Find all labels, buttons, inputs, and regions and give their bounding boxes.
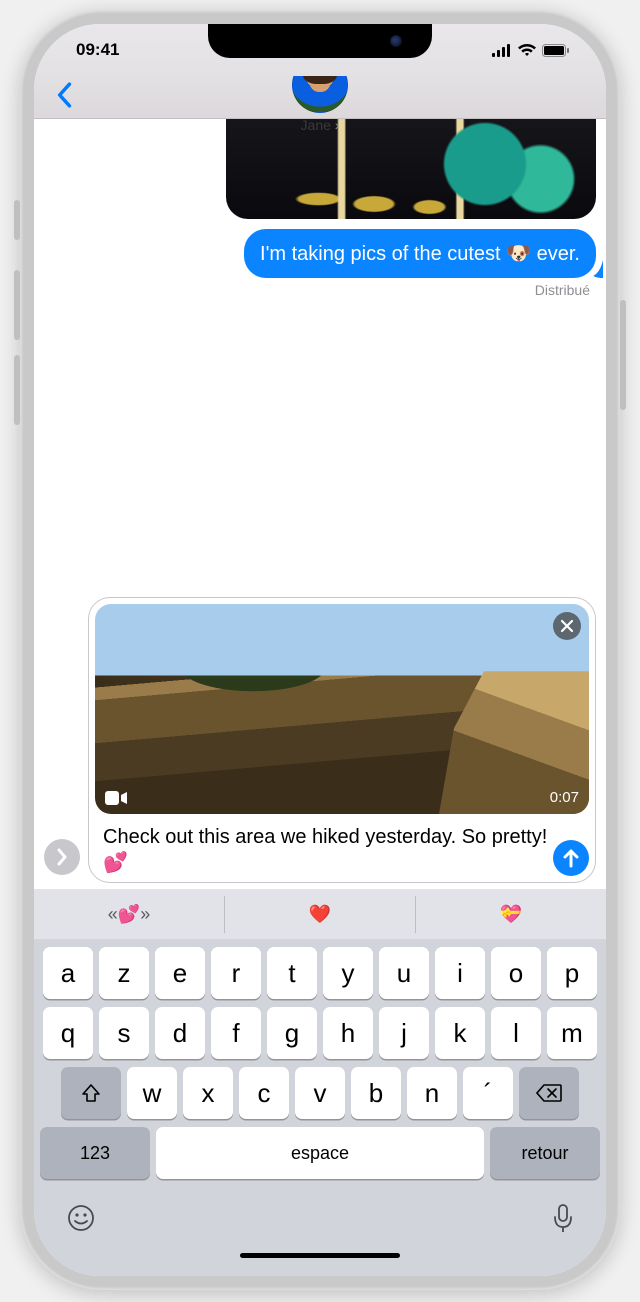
key-y[interactable]: y bbox=[323, 947, 373, 999]
key-e[interactable]: e bbox=[155, 947, 205, 999]
compose-text-input[interactable]: Check out this area we hiked yesterday. … bbox=[103, 824, 553, 876]
expand-apps-button[interactable] bbox=[44, 839, 80, 875]
space-key[interactable]: espace bbox=[156, 1127, 484, 1179]
key-v[interactable]: v bbox=[295, 1067, 345, 1119]
key-´[interactable]: ´ bbox=[463, 1067, 513, 1119]
compose-input-row: Check out this area we hiked yesterday. … bbox=[89, 820, 595, 882]
key-i[interactable]: i bbox=[435, 947, 485, 999]
keyboard: «💕» ❤️ 💝 azertyuiop qsdfghjklm wxcvbn´ 1… bbox=[34, 889, 606, 1276]
key-h[interactable]: h bbox=[323, 1007, 373, 1059]
sent-text-message[interactable]: I'm taking pics of the cutest 🐶 ever. bbox=[244, 229, 596, 278]
contact-name: Jane bbox=[292, 117, 348, 133]
numbers-key[interactable]: 123 bbox=[40, 1127, 150, 1179]
screen: 09:41 Jane bbox=[34, 24, 606, 1276]
delete-key[interactable] bbox=[519, 1067, 579, 1119]
device-frame: 09:41 Jane bbox=[20, 10, 620, 1290]
key-x[interactable]: x bbox=[183, 1067, 233, 1119]
video-icon bbox=[105, 791, 127, 805]
dictation-button[interactable] bbox=[552, 1203, 574, 1235]
home-indicator[interactable] bbox=[240, 1253, 400, 1258]
key-o[interactable]: o bbox=[491, 947, 541, 999]
shift-key[interactable] bbox=[61, 1067, 121, 1119]
compose-area: 0:07 Check out this area we hiked yester… bbox=[34, 589, 606, 889]
key-l[interactable]: l bbox=[491, 1007, 541, 1059]
sent-photo-message[interactable] bbox=[226, 119, 596, 219]
delivered-status: Distribué bbox=[535, 282, 590, 298]
status-icons bbox=[492, 44, 570, 57]
notch bbox=[208, 24, 432, 58]
key-m[interactable]: m bbox=[547, 1007, 597, 1059]
silence-switch bbox=[14, 200, 20, 240]
video-duration: 0:07 bbox=[550, 789, 579, 806]
key-s[interactable]: s bbox=[99, 1007, 149, 1059]
volume-down bbox=[14, 355, 20, 425]
power-button bbox=[620, 300, 626, 410]
keyboard-footer bbox=[34, 1179, 606, 1235]
key-j[interactable]: j bbox=[379, 1007, 429, 1059]
suggestion-1[interactable]: «💕» bbox=[34, 896, 225, 933]
suggestion-2[interactable]: ❤️ bbox=[225, 896, 416, 933]
battery-icon bbox=[542, 44, 570, 57]
key-row-2: qsdfghjklm bbox=[34, 999, 606, 1059]
key-row-bottom: 123 espace retour bbox=[34, 1119, 606, 1179]
cellular-icon bbox=[492, 44, 512, 57]
key-b[interactable]: b bbox=[351, 1067, 401, 1119]
volume-up bbox=[14, 270, 20, 340]
nav-header: Jane bbox=[34, 76, 606, 119]
status-time: 09:41 bbox=[76, 40, 119, 60]
key-d[interactable]: d bbox=[155, 1007, 205, 1059]
key-p[interactable]: p bbox=[547, 947, 597, 999]
video-attachment[interactable]: 0:07 bbox=[95, 604, 589, 814]
wifi-icon bbox=[518, 44, 536, 57]
remove-attachment-button[interactable] bbox=[553, 612, 581, 640]
back-button[interactable] bbox=[50, 82, 78, 108]
return-key[interactable]: retour bbox=[490, 1127, 600, 1179]
key-z[interactable]: z bbox=[99, 947, 149, 999]
suggestion-bar: «💕» ❤️ 💝 bbox=[34, 889, 606, 939]
key-row-1: azertyuiop bbox=[34, 939, 606, 999]
key-r[interactable]: r bbox=[211, 947, 261, 999]
suggestion-3[interactable]: 💝 bbox=[416, 896, 606, 933]
video-overlay: 0:07 bbox=[105, 789, 579, 806]
key-q[interactable]: q bbox=[43, 1007, 93, 1059]
key-w[interactable]: w bbox=[127, 1067, 177, 1119]
key-n[interactable]: n bbox=[407, 1067, 457, 1119]
key-g[interactable]: g bbox=[267, 1007, 317, 1059]
send-button[interactable] bbox=[553, 840, 589, 876]
key-a[interactable]: a bbox=[43, 947, 93, 999]
conversation[interactable]: I'm taking pics of the cutest 🐶 ever. Di… bbox=[34, 119, 606, 589]
front-camera-icon bbox=[390, 35, 402, 47]
key-row-3: wxcvbn´ bbox=[34, 1059, 606, 1119]
key-f[interactable]: f bbox=[211, 1007, 261, 1059]
key-c[interactable]: c bbox=[239, 1067, 289, 1119]
key-u[interactable]: u bbox=[379, 947, 429, 999]
key-k[interactable]: k bbox=[435, 1007, 485, 1059]
emoji-keyboard-button[interactable] bbox=[66, 1203, 96, 1235]
key-t[interactable]: t bbox=[267, 947, 317, 999]
compose-bubble: 0:07 Check out this area we hiked yester… bbox=[88, 597, 596, 883]
